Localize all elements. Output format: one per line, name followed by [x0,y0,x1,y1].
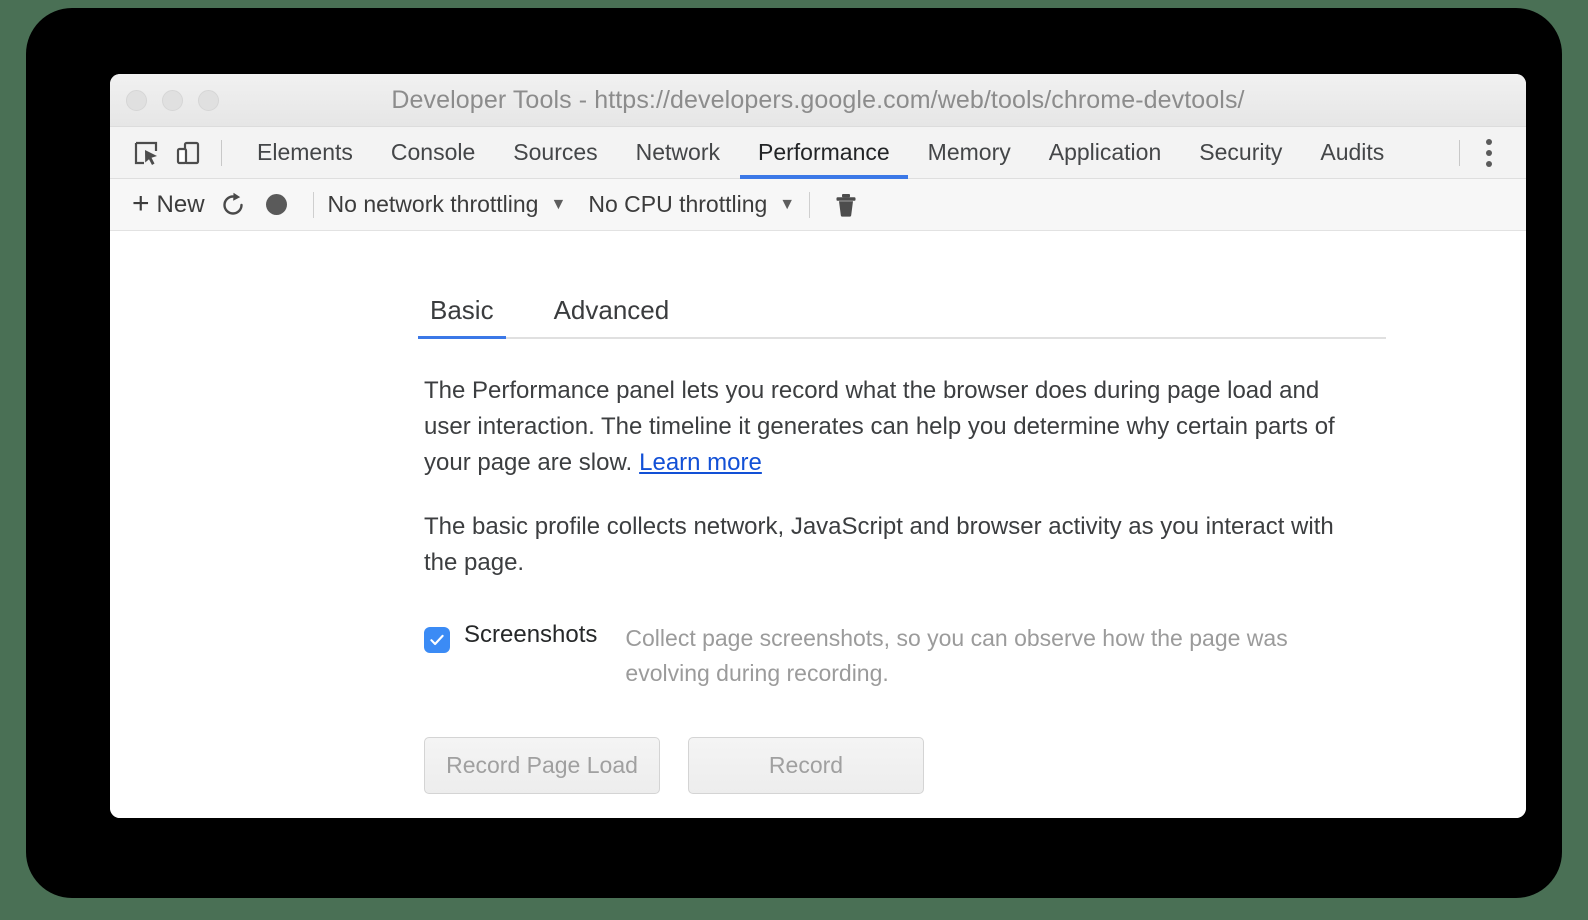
performance-toolbar: + New No network throttling ▼ No CPU thr… [110,179,1526,231]
window-frame-bezel: Developer Tools - https://developers.goo… [26,8,1562,898]
performance-landing-page: Basic Advanced The Performance panel let… [110,231,1526,818]
network-throttling-value: No network throttling [327,191,539,217]
learn-more-link[interactable]: Learn more [639,449,762,476]
title-bar: Developer Tools - https://developers.goo… [110,74,1526,127]
screenshots-label[interactable]: Screenshots [464,621,597,649]
panel-tabs: Elements Console Sources Network Perform… [238,127,1403,179]
reload-and-record-icon[interactable] [211,184,255,226]
basic-profile-paragraph: The basic profile collects network, Java… [424,513,1334,576]
inspect-element-icon[interactable] [125,132,167,174]
check-icon [430,634,444,646]
tabbar-divider [221,139,222,166]
record-button[interactable]: Record [688,737,924,794]
tab-memory[interactable]: Memory [909,127,1030,179]
new-recording-button[interactable]: + New [126,184,211,226]
chevron-down-icon: ▼ [779,195,796,213]
subtab-basic[interactable]: Basic [418,295,506,339]
subtab-advanced[interactable]: Advanced [548,295,676,337]
tab-elements[interactable]: Elements [238,127,372,179]
tab-audits[interactable]: Audits [1301,127,1403,179]
intro-paragraph-text: The Performance panel lets you record wh… [424,377,1335,476]
landing-subtabs: Basic Advanced [418,289,1386,339]
chevron-down-icon: ▼ [550,195,567,213]
tab-console[interactable]: Console [372,127,494,179]
record-buttons-row: Record Page Load Record [424,737,1526,794]
intro-paragraph: The Performance panel lets you record wh… [424,373,1364,481]
cpu-throttling-select[interactable]: No CPU throttling ▼ [588,191,795,218]
tab-sources[interactable]: Sources [494,127,616,179]
toolbar-divider-2 [809,191,811,218]
record-circle-icon[interactable] [255,184,299,226]
tabbar-right-divider [1459,139,1460,166]
cpu-throttling-value: No CPU throttling [588,191,768,217]
new-recording-label: New [156,190,205,218]
devtools-window: Developer Tools - https://developers.goo… [110,74,1526,818]
devtools-tab-bar: Elements Console Sources Network Perform… [110,127,1526,179]
tab-performance[interactable]: Performance [739,127,909,179]
toolbar-divider-1 [312,191,314,218]
trash-icon[interactable] [824,184,868,226]
more-vertical-icon[interactable] [1472,132,1506,174]
screenshots-option-row: Screenshots Collect page screenshots, so… [424,621,1526,691]
network-throttling-select[interactable]: No network throttling ▼ [328,191,567,218]
record-page-load-button[interactable]: Record Page Load [424,737,660,794]
screenshots-description: Collect page screenshots, so you can obs… [625,625,1288,686]
screenshots-checkbox[interactable] [424,627,450,653]
device-toolbar-icon[interactable] [167,132,209,174]
window-title: Developer Tools - https://developers.goo… [391,86,1245,114]
tab-security[interactable]: Security [1180,127,1301,179]
tab-network[interactable]: Network [617,127,739,179]
tabbar-right-group [1447,132,1526,174]
tab-application[interactable]: Application [1030,127,1181,179]
plus-icon: + [132,186,150,220]
